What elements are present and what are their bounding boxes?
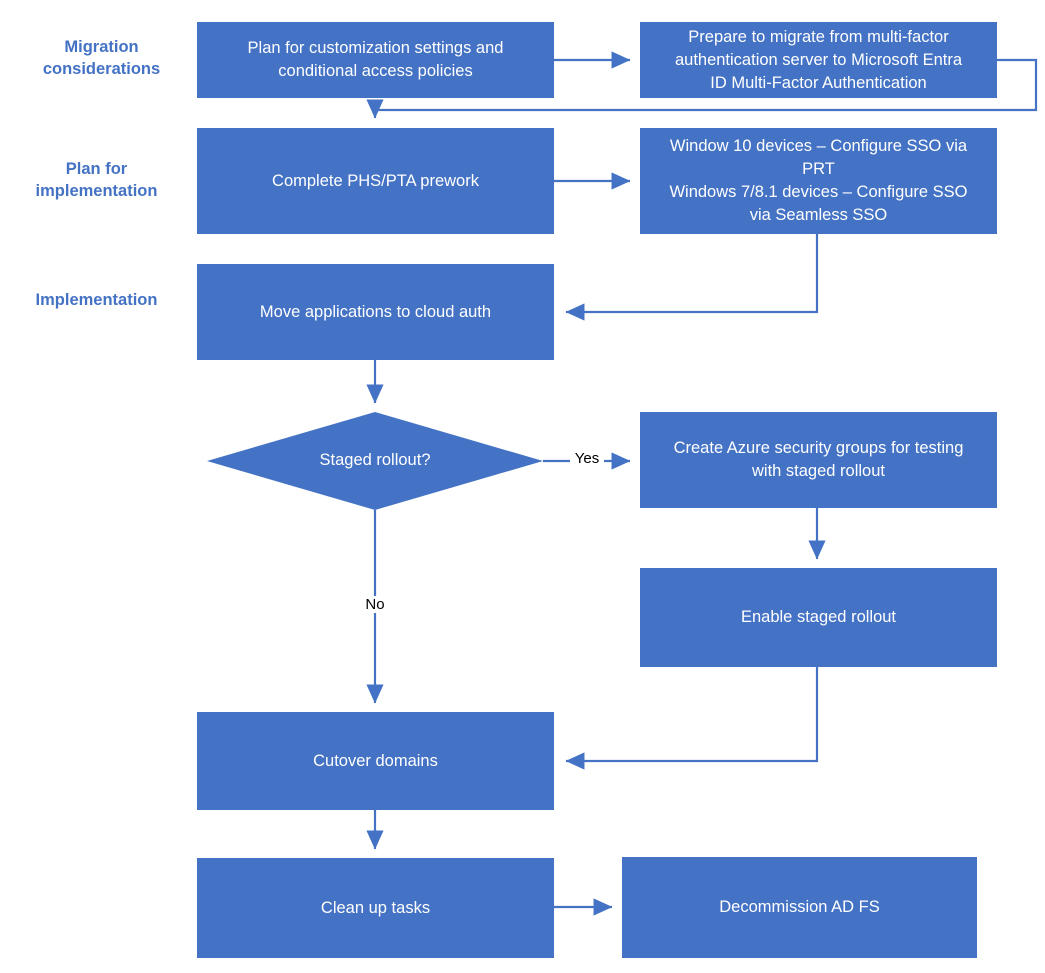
connector-sso-to-move-applications bbox=[565, 234, 819, 321]
node-clean-up-tasks[interactable]: Clean up tasks bbox=[197, 858, 554, 958]
stage-label-implementation: Implementation bbox=[35, 291, 158, 309]
node-configure-sso[interactable]: Window 10 devices – Configure SSO via PR… bbox=[640, 128, 997, 234]
node-cutover-domains[interactable]: Cutover domains bbox=[197, 712, 554, 810]
node-decommission-adfs[interactable]: Decommission AD FS bbox=[622, 857, 977, 958]
stage-label-plan-for-implementation: Plan for implementation bbox=[35, 160, 158, 200]
node-prepare-mfa-migration[interactable]: Prepare to migrate from multi-factor aut… bbox=[640, 22, 997, 98]
node-staged-rollout-decision-shape[interactable] bbox=[207, 412, 543, 510]
node-complete-phs-pta[interactable]: Complete PHS/PTA prework bbox=[197, 128, 554, 234]
flowchart-canvas: Migration considerations Plan for implem… bbox=[0, 0, 1045, 973]
edge-label-no: No bbox=[358, 596, 392, 613]
node-plan-customization[interactable]: Plan for customization settings and cond… bbox=[197, 22, 554, 98]
connector-enable-to-cutover bbox=[565, 667, 819, 770]
stage-label-migration-considerations: Migration considerations bbox=[42, 38, 161, 78]
node-move-applications[interactable]: Move applications to cloud auth bbox=[197, 264, 554, 360]
node-create-security-groups[interactable]: Create Azure security groups for testing… bbox=[640, 412, 997, 508]
node-enable-staged-rollout[interactable]: Enable staged rollout bbox=[640, 568, 997, 667]
edge-label-yes: Yes bbox=[570, 450, 604, 467]
